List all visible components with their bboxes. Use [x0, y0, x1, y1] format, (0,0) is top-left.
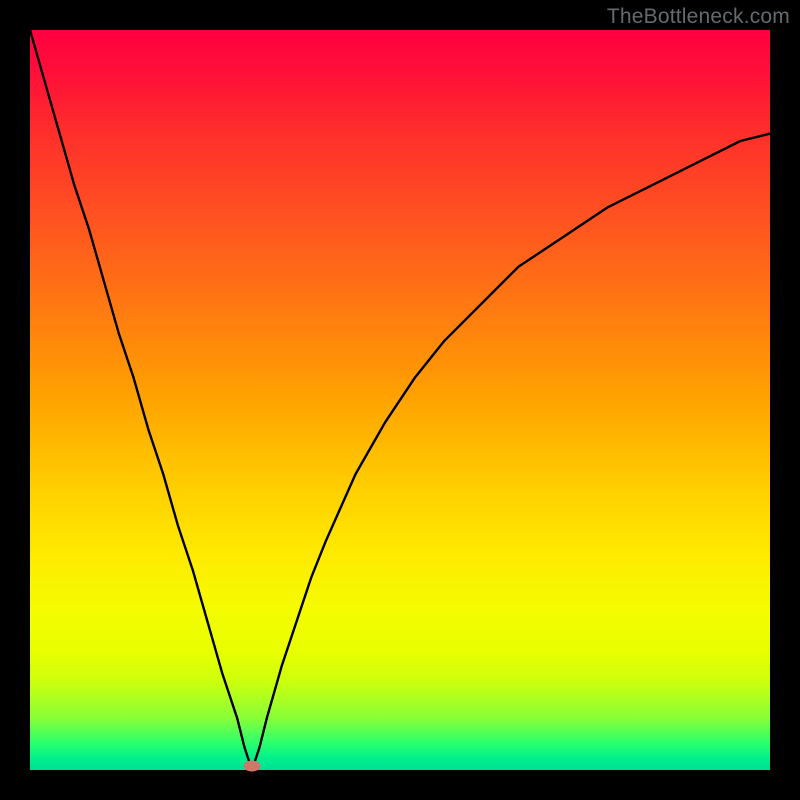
bottleneck-curve [30, 30, 770, 770]
chart-frame: TheBottleneck.com [0, 0, 800, 800]
plot-area [30, 30, 770, 770]
curve-path [30, 30, 770, 770]
watermark-text: TheBottleneck.com [607, 5, 790, 29]
optimal-point-marker [244, 761, 261, 772]
